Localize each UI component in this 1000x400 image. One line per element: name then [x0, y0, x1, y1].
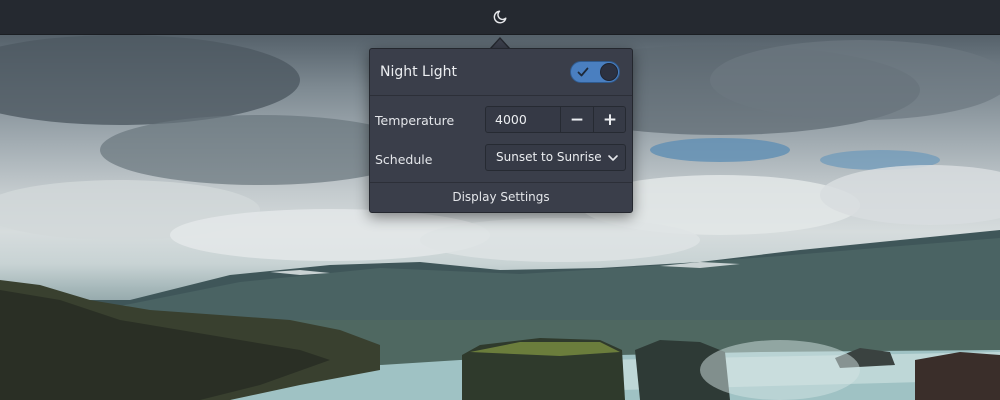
schedule-selected-value: Sunset to Sunrise: [496, 150, 602, 164]
chevron-down-icon: [608, 155, 618, 161]
temperature-input[interactable]: 4000: [486, 107, 561, 132]
temperature-increment-button[interactable]: +: [594, 107, 625, 132]
plus-icon: +: [602, 109, 618, 130]
night-light-label: Night Light: [380, 64, 457, 80]
separator: [370, 95, 632, 96]
temperature-spinbutton: 4000 − +: [485, 106, 626, 133]
night-light-moon-icon: [493, 10, 507, 24]
temperature-decrement-button[interactable]: −: [561, 107, 594, 132]
night-light-indicator[interactable]: [486, 3, 514, 31]
night-light-popover: Night Light Temperature 4000 − + Schedul…: [369, 48, 633, 213]
minus-icon: −: [569, 109, 585, 130]
temperature-label: Temperature: [375, 113, 455, 128]
display-settings-button[interactable]: Display Settings: [370, 183, 632, 212]
toggle-knob: [600, 63, 618, 81]
schedule-dropdown[interactable]: Sunset to Sunrise: [485, 144, 626, 171]
night-light-toggle[interactable]: [570, 61, 620, 83]
night-light-row: Night Light: [370, 49, 632, 95]
schedule-label: Schedule: [375, 152, 433, 167]
check-icon: [577, 67, 589, 77]
top-panel: [0, 0, 1000, 35]
